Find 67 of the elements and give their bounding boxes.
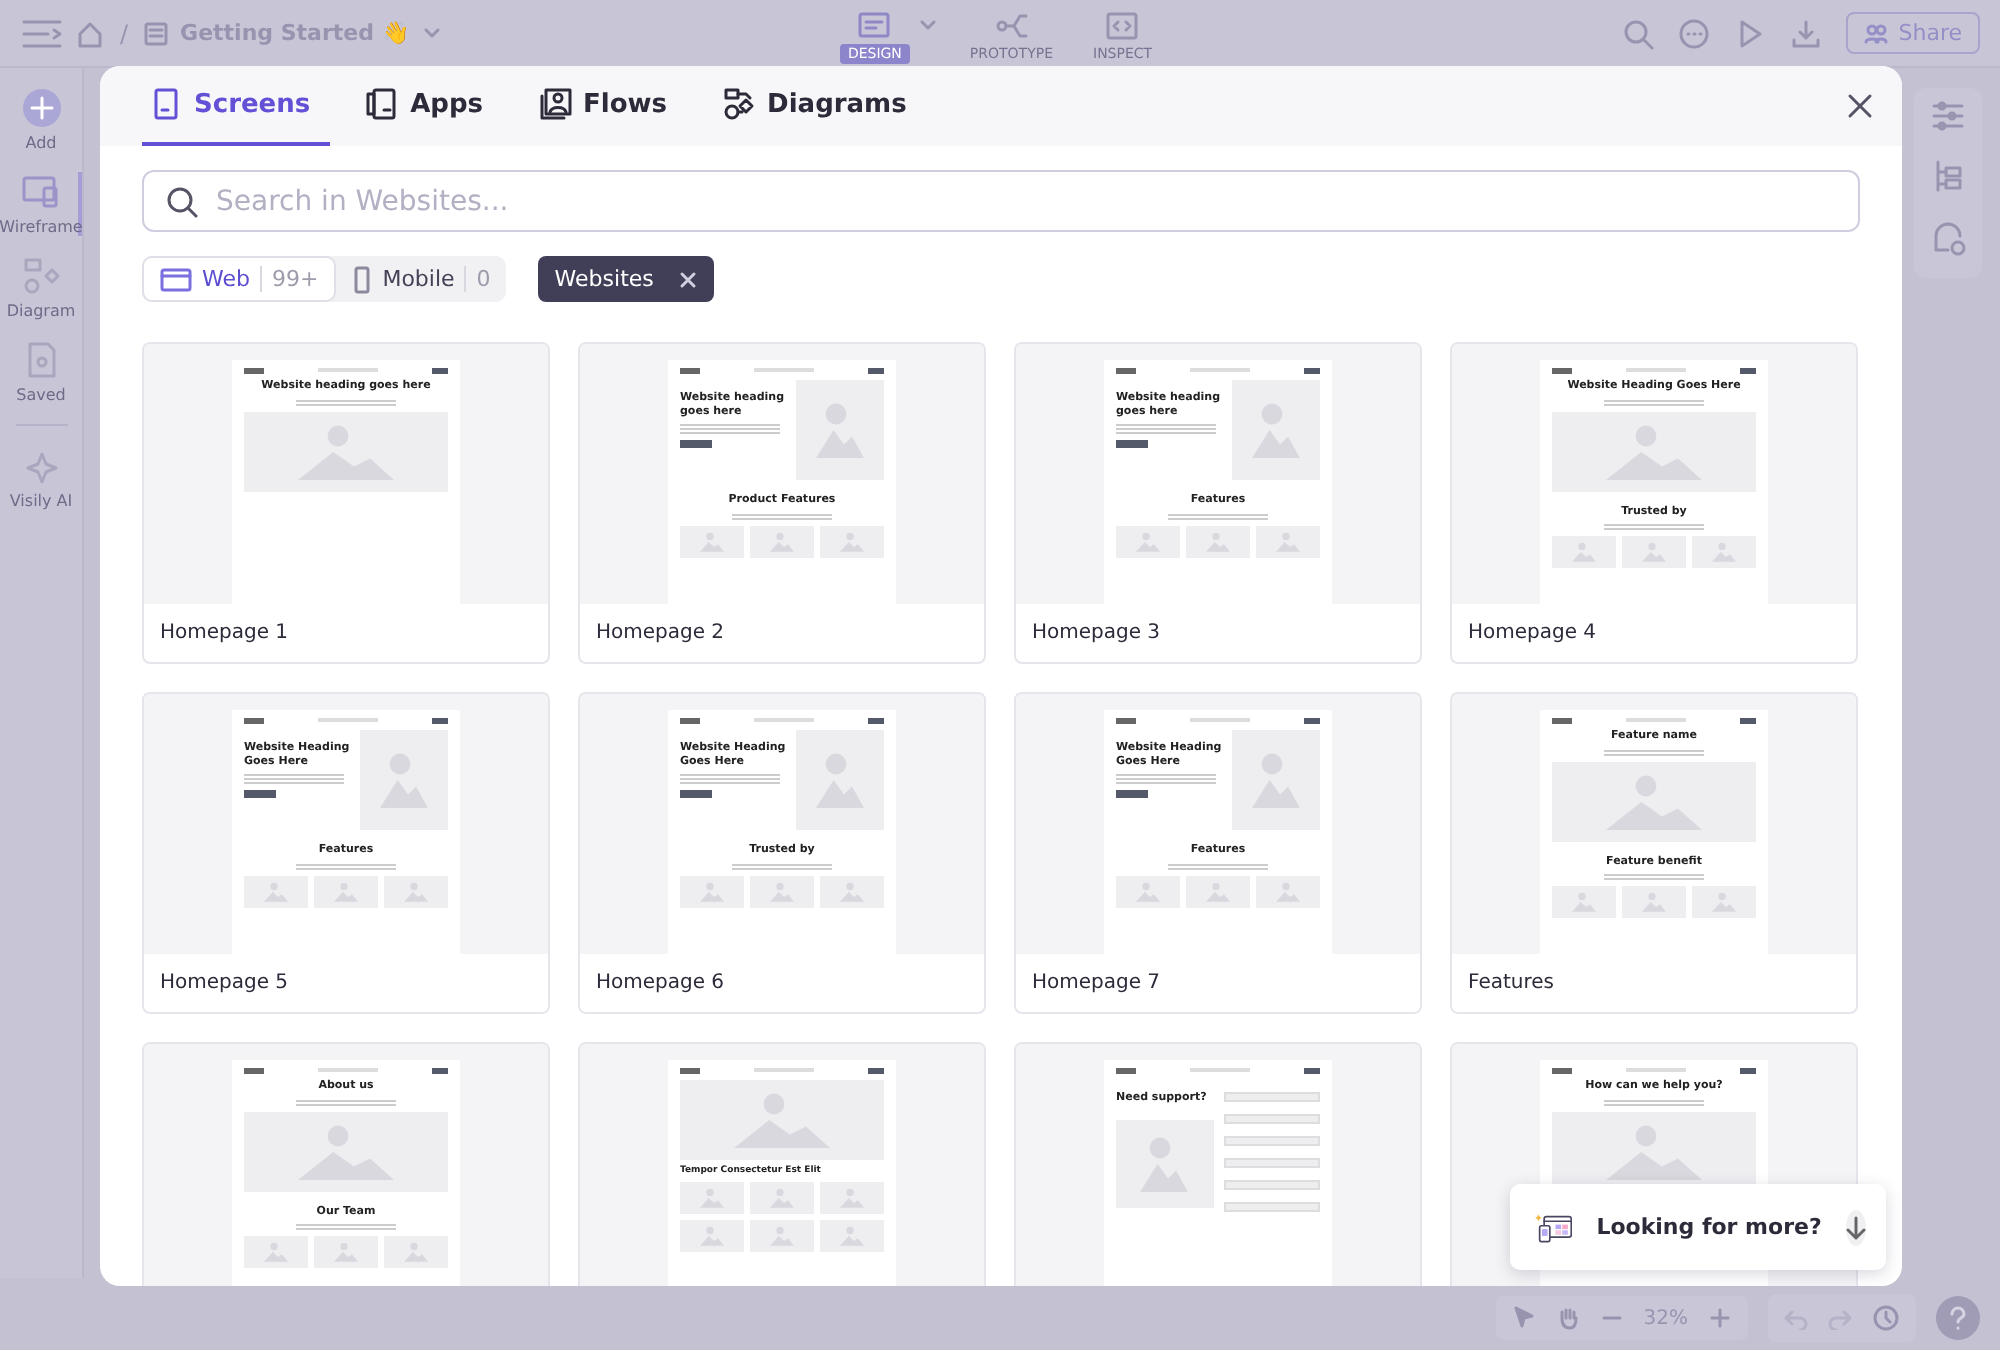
text-lines (1116, 424, 1222, 435)
tab[interactable]: Apps (358, 66, 504, 146)
diagram-icon (723, 88, 756, 120)
screens-icon (21, 172, 61, 212)
text-lines (244, 774, 350, 785)
layers-icon[interactable] (1932, 160, 1964, 192)
people-icon (1864, 23, 1889, 43)
breadcrumb-separator: / (120, 19, 129, 47)
sliders-icon[interactable] (1932, 100, 1964, 132)
cursor-icon[interactable] (1511, 1306, 1536, 1330)
button-drawing (680, 790, 712, 799)
close-icon[interactable] (1846, 92, 1874, 120)
comment-icon[interactable] (1678, 17, 1711, 49)
platform-tab[interactable]: Web 99+ (142, 256, 337, 302)
search-icon[interactable] (1622, 17, 1655, 49)
template-name: Homepage 3 (1030, 620, 1163, 644)
menu-icon[interactable] (20, 17, 64, 49)
template-name: Homepage 7 (1030, 970, 1163, 994)
chevron-down-icon[interactable] (917, 17, 938, 33)
template-name: Homepage 6 (594, 970, 727, 994)
phone-icon (352, 265, 373, 293)
template-name: Features (1466, 970, 1556, 994)
button-drawing (1116, 790, 1148, 799)
chevron-down-icon[interactable] (421, 25, 442, 41)
count: 0 (464, 266, 491, 292)
diagram-icon (21, 256, 61, 296)
platform-label: Mobile (382, 266, 455, 292)
platform-label: Web (202, 266, 250, 292)
tab[interactable]: Diagrams (715, 66, 927, 146)
design-icon (856, 9, 893, 41)
filter-label: Websites (554, 266, 654, 292)
template-name: Homepage 5 (158, 970, 291, 994)
scroll-down-button[interactable] (1845, 1209, 1866, 1245)
download-icon[interactable] (1790, 17, 1823, 49)
document-icon (144, 21, 169, 45)
search-field[interactable]: Search in Websites... (142, 170, 1860, 232)
tab[interactable]: Flows (531, 66, 688, 146)
prototype-icon (993, 9, 1030, 41)
count: 99+ (259, 266, 319, 292)
button-drawing (244, 790, 276, 799)
promo-text: Looking for more? (1596, 1214, 1822, 1240)
platform-tab[interactable]: Mobile 0 (336, 256, 507, 302)
hand-icon[interactable] (1555, 1306, 1580, 1330)
plus-icon (21, 88, 61, 128)
help-button[interactable] (1936, 1296, 1980, 1340)
text-lines (680, 424, 786, 435)
phone-screen-icon (150, 88, 182, 120)
arrow-down-icon (1845, 1215, 1866, 1239)
button-drawing (1116, 440, 1148, 449)
app-screens-icon (366, 88, 399, 120)
plus-icon[interactable] (1708, 1306, 1732, 1330)
inspect-icon (1104, 9, 1141, 41)
history-icon[interactable] (1872, 1304, 1900, 1332)
question-icon (1948, 1306, 1968, 1330)
text-lines (680, 774, 786, 785)
home-icon[interactable] (76, 19, 104, 47)
browser-icon (160, 267, 192, 291)
promo-card[interactable]: Looking for more? (1510, 1184, 1886, 1270)
filter-tag[interactable]: Websites (538, 256, 714, 302)
text-lines (1116, 774, 1222, 785)
flow-picture-icon (539, 88, 572, 120)
tab[interactable]: Screens (142, 66, 331, 146)
template-name: Homepage 4 (1466, 620, 1599, 644)
template-name: Homepage 1 (158, 620, 291, 644)
comment-settings-icon[interactable] (1930, 220, 1966, 256)
template-name: Homepage 2 (594, 620, 727, 644)
button-drawing (680, 440, 712, 449)
